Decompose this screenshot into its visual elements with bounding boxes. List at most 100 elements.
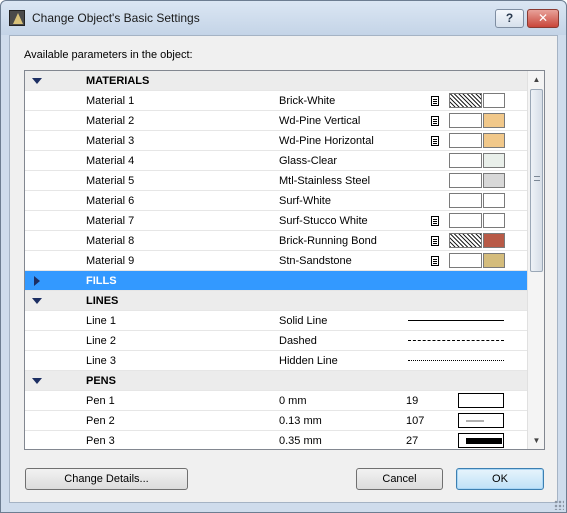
texture-document-icon <box>431 116 439 126</box>
parameter-value: Wd-Pine Vertical <box>279 115 361 127</box>
material-row[interactable]: Material 6 Surf-White <box>25 191 527 211</box>
scroll-thumb[interactable] <box>530 89 543 272</box>
material-pattern-swatch[interactable] <box>449 253 482 268</box>
parameter-value: 0.35 mm <box>279 435 322 447</box>
line-type-sample <box>408 360 504 361</box>
material-row[interactable]: Material 7 Surf-Stucco White <box>25 211 527 231</box>
parameter-value: Brick-Running Bond <box>279 235 377 247</box>
parameter-value: 0.13 mm <box>279 415 322 427</box>
material-color-swatch[interactable] <box>483 153 505 168</box>
material-row[interactable]: Material 4 Glass-Clear <box>25 151 527 171</box>
line-row[interactable]: Line 1 Solid Line <box>25 311 527 331</box>
pen-row[interactable]: Pen 1 0 mm 19 <box>25 391 527 411</box>
pen-number: 27 <box>406 435 419 447</box>
line-type-sample <box>408 340 504 341</box>
parameters-list[interactable]: MATERIALS Material 1 Brick-White Material 2… <box>24 70 545 450</box>
line-row[interactable]: Line 2 Dashed <box>25 331 527 351</box>
parameter-name: Material 4 <box>86 155 135 167</box>
material-color-swatch[interactable] <box>483 113 505 128</box>
parameter-name: Material 8 <box>86 235 135 247</box>
title-bar[interactable]: Change Object's Basic Settings ? ✕ <box>1 1 566 35</box>
material-pattern-swatch[interactable] <box>449 193 482 208</box>
parameter-name: Line 1 <box>86 315 116 327</box>
pen-color-swatch[interactable] <box>458 433 504 448</box>
material-row[interactable]: Material 9 Stn-Sandstone <box>25 251 527 271</box>
pen-color-swatch[interactable] <box>458 393 504 408</box>
material-pattern-swatch[interactable] <box>449 233 482 248</box>
parameter-name: Material 6 <box>86 195 135 207</box>
material-color-swatch[interactable] <box>483 253 505 268</box>
parameter-name: Material 3 <box>86 135 135 147</box>
pen-number: 19 <box>406 395 419 407</box>
texture-document-icon <box>431 256 439 266</box>
collapse-arrow-icon[interactable] <box>32 298 42 304</box>
pen-weight-bar <box>466 420 484 422</box>
pen-row[interactable]: Pen 2 0.13 mm 107 <box>25 411 527 431</box>
section-fills[interactable]: FILLS <box>25 271 527 291</box>
parameter-value: Wd-Pine Horizontal <box>279 135 374 147</box>
material-row[interactable]: Material 3 Wd-Pine Horizontal <box>25 131 527 151</box>
parameter-value: Surf-White <box>279 195 331 207</box>
material-color-swatch[interactable] <box>483 93 505 108</box>
parameter-value: 0 mm <box>279 395 307 407</box>
material-row[interactable]: Material 1 Brick-White <box>25 91 527 111</box>
material-row[interactable]: Material 5 Mtl-Stainless Steel <box>25 171 527 191</box>
parameter-name: Material 1 <box>86 95 135 107</box>
parameter-value: Solid Line <box>279 315 328 327</box>
material-row[interactable]: Material 8 Brick-Running Bond <box>25 231 527 251</box>
material-pattern-swatch[interactable] <box>449 133 482 148</box>
material-color-swatch[interactable] <box>483 213 505 228</box>
parameter-name: Pen 1 <box>86 395 115 407</box>
section-materials[interactable]: MATERIALS <box>25 71 527 91</box>
parameter-name: Material 5 <box>86 175 135 187</box>
cancel-button[interactable]: Cancel <box>356 468 443 490</box>
close-button[interactable]: ✕ <box>527 9 559 28</box>
dialog-window: Change Object's Basic Settings ? ✕ Avail… <box>0 0 567 513</box>
section-lines[interactable]: LINES <box>25 291 527 311</box>
parameter-name: Line 3 <box>86 355 116 367</box>
pen-number: 107 <box>406 415 425 427</box>
pen-color-swatch[interactable] <box>458 413 504 428</box>
change-details-button[interactable]: Change Details... <box>25 468 188 490</box>
scroll-down-arrow-icon[interactable]: ▼ <box>528 432 544 449</box>
line-type-sample <box>408 320 504 321</box>
parameter-value: Glass-Clear <box>279 155 338 167</box>
texture-document-icon <box>431 136 439 146</box>
parameter-name: Pen 3 <box>86 435 115 447</box>
resize-grip-icon[interactable] <box>554 500 564 510</box>
scroll-up-arrow-icon[interactable]: ▲ <box>528 71 544 88</box>
material-pattern-swatch[interactable] <box>449 113 482 128</box>
material-pattern-swatch[interactable] <box>449 213 482 228</box>
material-color-swatch[interactable] <box>483 133 505 148</box>
section-title: FILLS <box>86 275 117 287</box>
parameter-name: Material 7 <box>86 215 135 227</box>
help-button[interactable]: ? <box>495 9 524 28</box>
material-pattern-swatch[interactable] <box>449 93 482 108</box>
vertical-scrollbar[interactable]: ▲ ▼ <box>527 71 544 449</box>
ok-button[interactable]: OK <box>456 468 544 490</box>
expand-arrow-icon[interactable] <box>34 276 40 286</box>
collapse-arrow-icon[interactable] <box>32 78 42 84</box>
parameter-value: Dashed <box>279 335 317 347</box>
collapse-arrow-icon[interactable] <box>32 378 42 384</box>
section-title: MATERIALS <box>86 75 150 87</box>
parameter-value: Mtl-Stainless Steel <box>279 175 371 187</box>
parameter-value: Surf-Stucco White <box>279 215 368 227</box>
line-row[interactable]: Line 3 Hidden Line <box>25 351 527 371</box>
pen-row[interactable]: Pen 3 0.35 mm 27 <box>25 431 527 449</box>
material-pattern-swatch[interactable] <box>449 173 482 188</box>
parameters-caption: Available parameters in the object: <box>24 49 193 61</box>
material-pattern-swatch[interactable] <box>449 153 482 168</box>
material-color-swatch[interactable] <box>483 233 505 248</box>
window-title: Change Object's Basic Settings <box>32 11 200 25</box>
scroll-grip-icon <box>534 176 540 181</box>
section-title: PENS <box>86 375 116 387</box>
material-color-swatch[interactable] <box>483 173 505 188</box>
parameter-value: Hidden Line <box>279 355 338 367</box>
section-pens[interactable]: PENS <box>25 371 527 391</box>
material-row[interactable]: Material 2 Wd-Pine Vertical <box>25 111 527 131</box>
archicad-app-icon <box>9 10 25 26</box>
section-title: LINES <box>86 295 119 307</box>
texture-document-icon <box>431 96 439 106</box>
material-color-swatch[interactable] <box>483 193 505 208</box>
